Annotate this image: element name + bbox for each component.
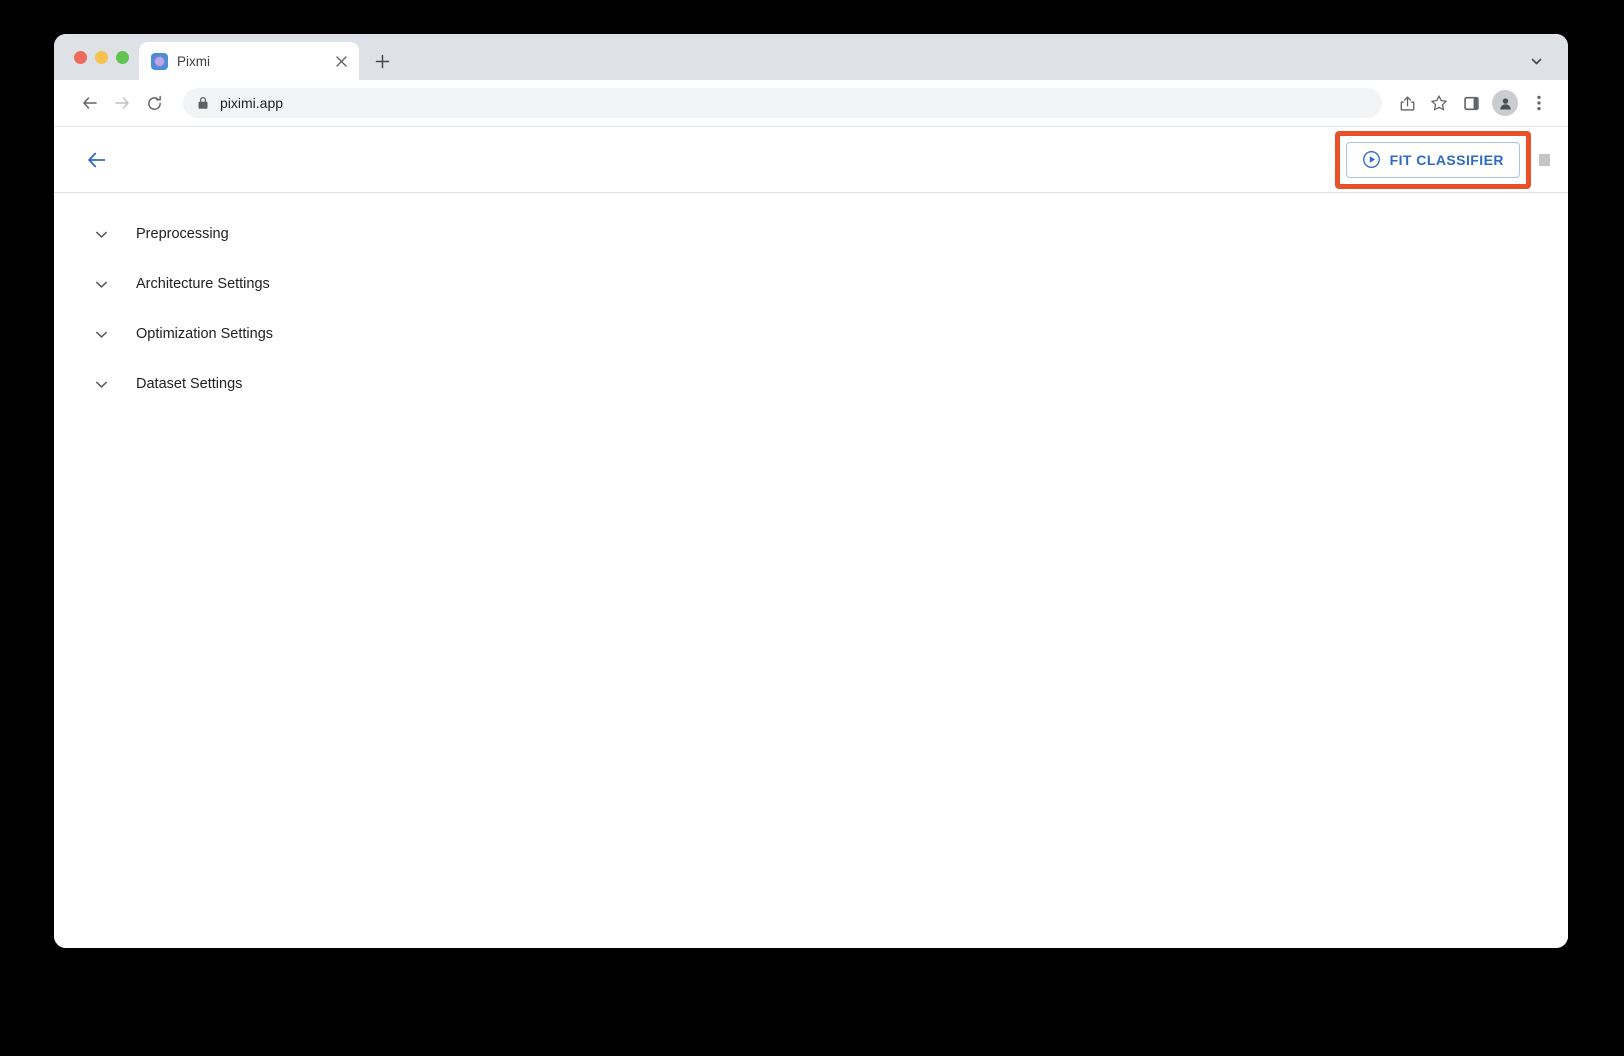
play-circle-icon (1362, 150, 1381, 169)
more-menu-icon[interactable] (1524, 88, 1554, 118)
lock-icon (197, 96, 209, 110)
url-text: piximi.app (220, 95, 284, 111)
browser-toolbar: piximi.app (54, 80, 1568, 127)
close-window-button[interactable] (74, 50, 87, 64)
settings-accordion: Preprocessing Architecture Settings Opti… (54, 193, 1568, 409)
minimize-window-button[interactable] (95, 50, 108, 64)
fit-classifier-highlight: FIT CLASSIFIER (1334, 130, 1531, 189)
forward-button[interactable] (107, 88, 137, 118)
maximize-window-button[interactable] (116, 50, 129, 64)
scrollbar-thumb[interactable] (1539, 153, 1550, 166)
chevron-down-icon[interactable] (1526, 51, 1546, 71)
accordion-item-dataset-settings[interactable]: Dataset Settings (54, 359, 1568, 409)
profile-avatar-icon[interactable] (1492, 90, 1518, 116)
chevron-down-icon[interactable] (88, 221, 114, 247)
accordion-item-preprocessing[interactable]: Preprocessing (54, 209, 1568, 259)
back-button[interactable] (75, 88, 105, 118)
window-controls (54, 34, 139, 80)
accordion-item-architecture-settings[interactable]: Architecture Settings (54, 259, 1568, 309)
accordion-label: Dataset Settings (136, 376, 243, 392)
chevron-down-icon[interactable] (88, 371, 114, 397)
bookmark-star-icon[interactable] (1424, 88, 1454, 118)
reload-button[interactable] (139, 88, 169, 118)
tab-title: Pixmi (177, 53, 210, 69)
side-panel-icon[interactable] (1456, 88, 1486, 118)
fit-classifier-label: FIT CLASSIFIER (1389, 151, 1504, 168)
browser-tab-pixmi[interactable]: Pixmi (139, 42, 359, 80)
app-back-button[interactable] (78, 141, 116, 179)
app-header: FIT CLASSIFIER (54, 127, 1568, 193)
close-icon[interactable] (332, 52, 350, 70)
share-icon[interactable] (1392, 88, 1422, 118)
accordion-item-optimization-settings[interactable]: Optimization Settings (54, 309, 1568, 359)
address-bar[interactable]: piximi.app (183, 88, 1382, 118)
toolbar-icon-group (1392, 88, 1554, 118)
new-tab-button[interactable] (367, 46, 397, 76)
chevron-down-icon[interactable] (88, 321, 114, 347)
chevron-down-icon[interactable] (88, 271, 114, 297)
tab-strip: Pixmi (54, 34, 1568, 80)
accordion-label: Optimization Settings (136, 326, 274, 342)
browser-window: Pixmi piximi.app FIT CLASSIFIER Preproce… (54, 34, 1568, 948)
page-content: FIT CLASSIFIER Preprocessing Architectur… (54, 127, 1568, 948)
accordion-label: Preprocessing (136, 226, 229, 242)
accordion-label: Architecture Settings (136, 276, 270, 292)
fit-classifier-button[interactable]: FIT CLASSIFIER (1345, 141, 1520, 178)
pixmi-logo-icon (151, 52, 168, 70)
